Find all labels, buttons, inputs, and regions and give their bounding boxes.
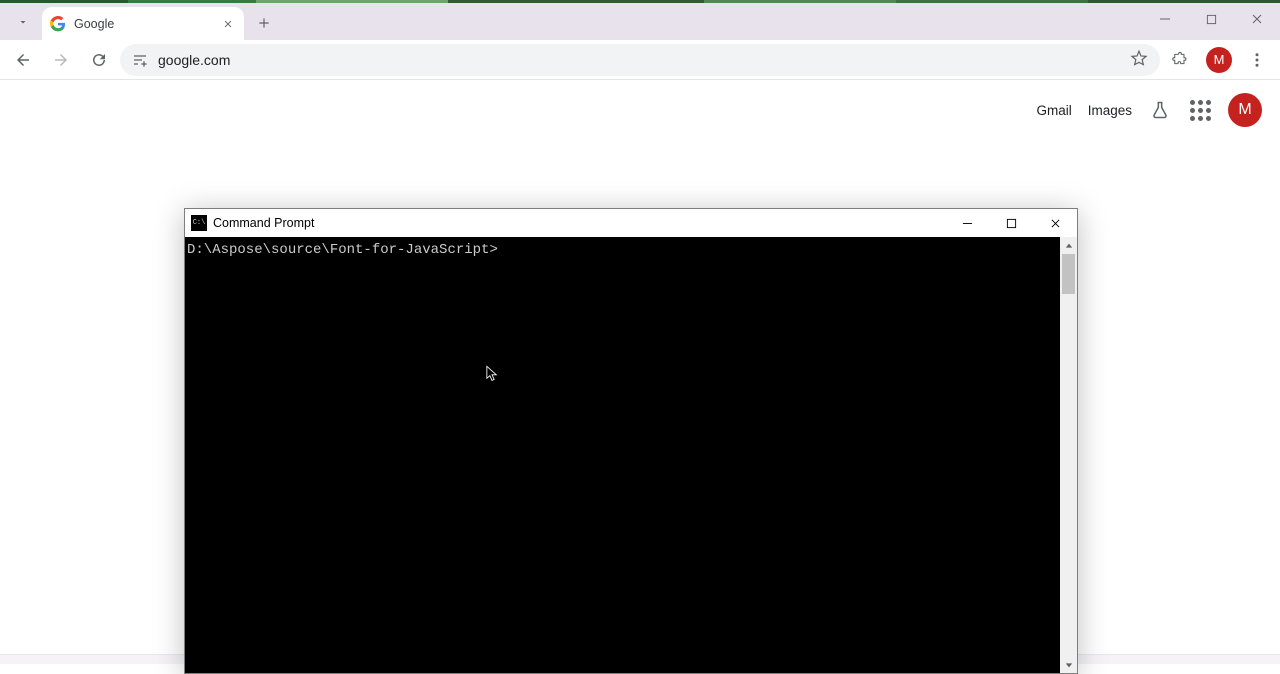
command-prompt-window: Command Prompt D:\Aspose\source\Font-for…: [184, 208, 1078, 674]
star-icon: [1130, 49, 1148, 67]
puzzle-icon: [1172, 51, 1190, 69]
google-favicon-icon: [50, 16, 66, 32]
cmd-title-text: Command Prompt: [213, 216, 945, 230]
scrollbar-down-button[interactable]: [1060, 656, 1077, 673]
chrome-close-button[interactable]: [1234, 3, 1280, 35]
chevron-down-icon: [1065, 661, 1073, 669]
cmd-app-icon: [191, 215, 207, 231]
maximize-icon: [1206, 14, 1217, 25]
chrome-maximize-button[interactable]: [1188, 3, 1234, 35]
arrow-right-icon: [52, 51, 70, 69]
arrow-left-icon: [14, 51, 32, 69]
plus-icon: [257, 16, 271, 30]
labs-button[interactable]: [1148, 98, 1172, 122]
scrollbar-up-button[interactable]: [1060, 237, 1077, 254]
back-button[interactable]: [6, 43, 40, 77]
maximize-icon: [1006, 218, 1017, 229]
url-text: google.com: [158, 52, 1120, 68]
close-icon: [1050, 218, 1061, 229]
minimize-icon: [962, 218, 973, 229]
tab-title: Google: [74, 17, 212, 31]
cmd-minimize-button[interactable]: [945, 209, 989, 237]
avatar-icon: M: [1206, 47, 1232, 73]
gmail-link[interactable]: Gmail: [1036, 103, 1071, 118]
avatar-letter: M: [1238, 101, 1251, 119]
reload-icon: [90, 51, 108, 69]
chrome-minimize-button[interactable]: [1142, 3, 1188, 35]
cmd-maximize-button[interactable]: [989, 209, 1033, 237]
chrome-tab-strip: Google: [0, 3, 1280, 40]
apps-grid-icon: [1188, 98, 1212, 122]
images-link[interactable]: Images: [1088, 103, 1132, 118]
tune-icon: [132, 52, 148, 68]
tab-search-button[interactable]: [8, 7, 38, 37]
chrome-menu-button[interactable]: [1240, 43, 1274, 77]
cmd-close-button[interactable]: [1033, 209, 1077, 237]
chrome-window-controls: [1142, 3, 1280, 40]
google-apps-button[interactable]: [1188, 98, 1212, 122]
browser-tab-active[interactable]: Google: [42, 7, 244, 40]
profile-button[interactable]: M: [1202, 43, 1236, 77]
new-tab-button[interactable]: [250, 9, 278, 37]
cmd-window-controls: [945, 209, 1077, 237]
tab-close-button[interactable]: [220, 16, 236, 32]
cmd-titlebar[interactable]: Command Prompt: [185, 209, 1077, 237]
close-icon: [223, 19, 233, 29]
avatar-letter: M: [1214, 52, 1225, 67]
site-info-button[interactable]: [132, 52, 148, 68]
google-account-button[interactable]: M: [1228, 93, 1262, 127]
minimize-icon: [1159, 13, 1171, 25]
google-header-links: Gmail Images M: [1036, 80, 1280, 140]
chrome-browser-window: Google: [0, 3, 1280, 664]
chrome-toolbar: google.com M: [0, 40, 1280, 80]
bookmark-button[interactable]: [1130, 49, 1148, 70]
reload-button[interactable]: [82, 43, 116, 77]
kebab-icon: [1248, 51, 1266, 69]
cmd-terminal-output[interactable]: D:\Aspose\source\Font-for-JavaScript>: [185, 237, 1060, 673]
chevron-down-icon: [17, 16, 29, 28]
scrollbar-track[interactable]: [1060, 254, 1077, 656]
cmd-client-area: D:\Aspose\source\Font-for-JavaScript>: [185, 237, 1077, 673]
cmd-vertical-scrollbar[interactable]: [1060, 237, 1077, 673]
scrollbar-thumb[interactable]: [1062, 254, 1075, 294]
page-content: Gmail Images M Command Prompt: [0, 80, 1280, 654]
flask-icon: [1150, 100, 1170, 120]
extensions-button[interactable]: [1164, 43, 1198, 77]
forward-button[interactable]: [44, 43, 78, 77]
chevron-up-icon: [1065, 242, 1073, 250]
close-icon: [1251, 13, 1263, 25]
cmd-prompt-line: D:\Aspose\source\Font-for-JavaScript>: [187, 242, 498, 258]
address-bar[interactable]: google.com: [120, 44, 1160, 76]
